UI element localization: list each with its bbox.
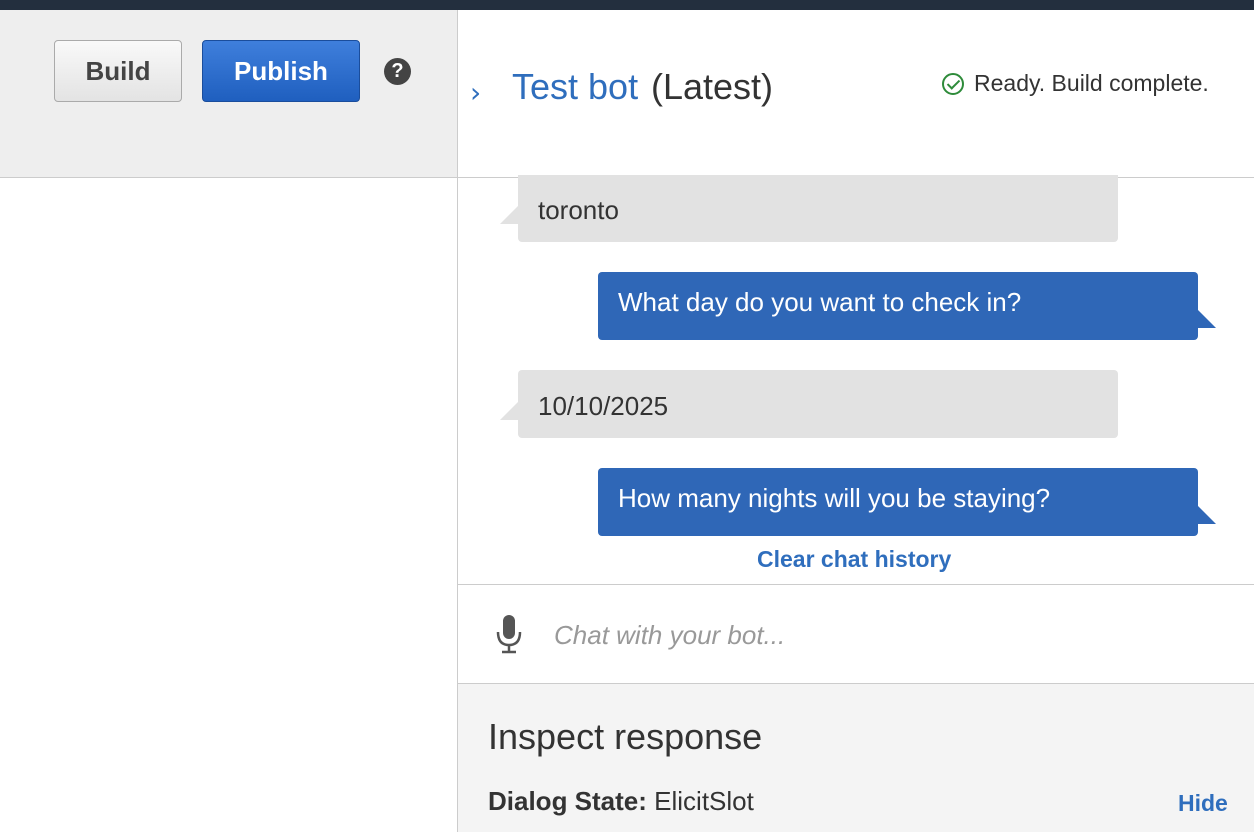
chat-message-user: 10/10/2025 xyxy=(500,370,1118,438)
help-icon[interactable]: ? xyxy=(384,58,411,85)
dialog-state-value: ElicitSlot xyxy=(654,786,754,816)
chevron-right-icon[interactable]: › xyxy=(470,76,481,109)
chat-message-bot: How many nights will you be staying? xyxy=(598,468,1216,536)
test-bot-title-link[interactable]: Test bot xyxy=(512,66,638,108)
chat-message-text: 10/10/2025 xyxy=(538,391,669,421)
chat-message-text: toronto xyxy=(538,195,619,225)
top-nav-bar xyxy=(0,0,1254,10)
publish-button[interactable]: Publish xyxy=(202,40,360,102)
check-circle-icon xyxy=(942,72,964,95)
build-status-text: Ready. Build complete. xyxy=(974,70,1209,96)
chat-message-text: What day do you want to check in? xyxy=(618,287,1022,317)
dialog-state: Dialog State: ElicitSlot xyxy=(488,786,754,817)
chat-message-user: toronto xyxy=(500,175,1118,242)
build-button[interactable]: Build xyxy=(54,40,182,102)
chat-message-text: How many nights will you be staying? xyxy=(618,483,1051,513)
chat-message-bot: What day do you want to check in? xyxy=(598,272,1216,340)
dialog-state-label: Dialog State: xyxy=(488,786,647,816)
microphone-icon[interactable] xyxy=(495,614,523,654)
test-bot-version: (Latest) xyxy=(651,66,774,107)
chat-input[interactable] xyxy=(552,612,1236,658)
build-status: Ready. Build complete. xyxy=(942,70,1209,97)
inspect-response-title: Inspect response xyxy=(488,716,763,757)
hide-link[interactable]: Hide xyxy=(1178,790,1228,817)
clear-chat-history-link[interactable]: Clear chat history xyxy=(757,546,951,573)
